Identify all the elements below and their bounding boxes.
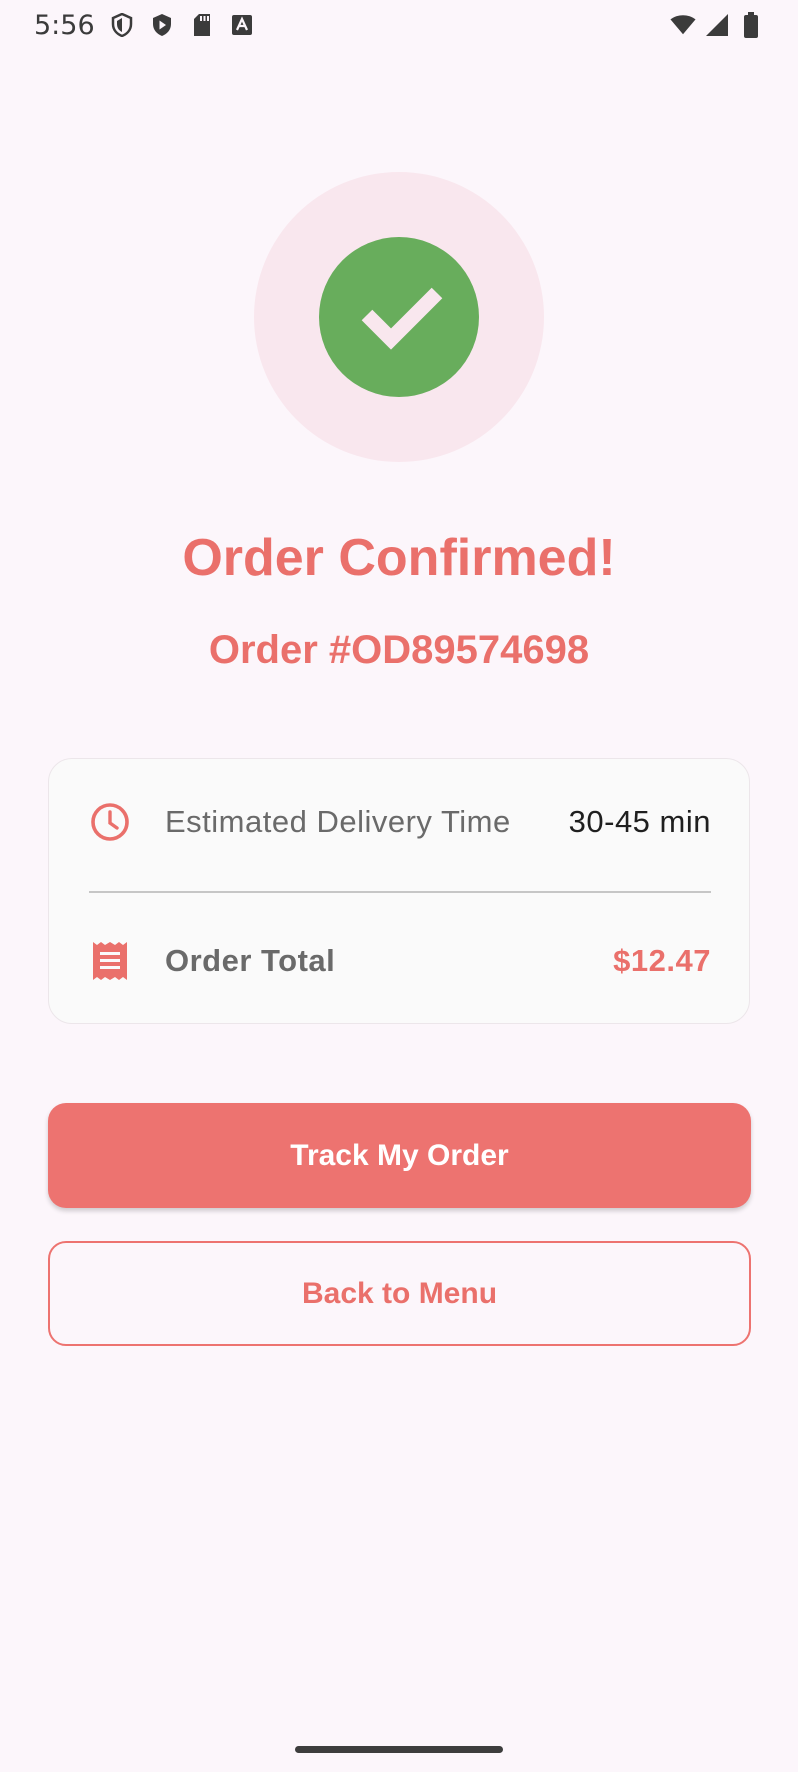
status-time: 5:56 xyxy=(34,9,95,41)
delivery-time-row: Estimated Delivery Time 30-45 min xyxy=(89,792,711,852)
play-protect-icon xyxy=(149,12,175,38)
check-icon xyxy=(361,287,443,350)
order-total-value: $12.47 xyxy=(613,943,711,978)
clock-icon xyxy=(89,801,131,843)
delivery-time-value: 30-45 min xyxy=(568,804,711,839)
status-right xyxy=(670,12,764,38)
success-badge xyxy=(254,172,544,462)
cell-signal-icon xyxy=(704,12,730,38)
home-indicator[interactable] xyxy=(295,1746,503,1753)
receipt-icon xyxy=(89,940,131,982)
wifi-icon xyxy=(670,12,696,38)
battery-icon xyxy=(738,12,764,38)
order-total-row: Order Total $12.47 xyxy=(89,931,711,991)
track-order-button[interactable]: Track My Order xyxy=(48,1103,751,1208)
shield-icon xyxy=(109,12,135,38)
text-a-icon xyxy=(229,12,255,38)
status-bar: 5:56 xyxy=(0,0,798,50)
delivery-time-label: Estimated Delivery Time xyxy=(165,804,511,839)
check-circle xyxy=(319,237,479,397)
order-total-label: Order Total xyxy=(165,943,336,978)
order-summary-card: Estimated Delivery Time 30-45 min Order … xyxy=(48,758,750,1024)
order-number: Order #OD89574698 xyxy=(208,628,590,672)
status-left: 5:56 xyxy=(34,10,255,41)
back-to-menu-button[interactable]: Back to Menu xyxy=(48,1241,751,1346)
sd-card-icon xyxy=(189,12,215,38)
divider xyxy=(89,891,711,893)
page-title: Order Confirmed! xyxy=(182,529,616,587)
